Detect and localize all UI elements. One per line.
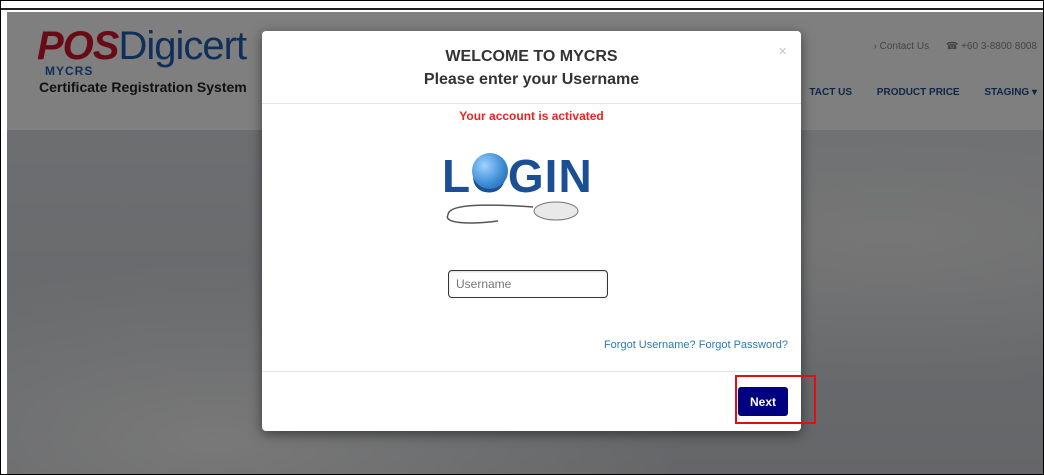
forgot-links: Forgot Username? Forgot Password?: [604, 339, 788, 351]
close-icon[interactable]: ×: [778, 43, 787, 60]
modal-footer-divider: [262, 371, 801, 372]
activation-status: Your account is activated: [459, 109, 604, 123]
highlight-box: [735, 375, 816, 424]
modal-subtitle: Please enter your Username: [423, 71, 640, 88]
mouse-icon: [446, 201, 579, 224]
forgot-username-link[interactable]: Forgot Username?: [604, 339, 696, 351]
screenshot-frame: POSDigicert MYCRS Certificate Registrati…: [0, 0, 1044, 475]
top-divider: [1, 8, 1043, 10]
modal-header: WELCOME TO MYCRS Please enter your Usern…: [262, 31, 801, 104]
username-input[interactable]: [448, 270, 608, 298]
modal-title: WELCOME TO MYCRS: [445, 48, 618, 65]
forgot-password-link[interactable]: Forgot Password?: [699, 339, 788, 351]
login-modal: WELCOME TO MYCRS Please enter your Usern…: [262, 31, 801, 431]
login-image: LOGIN: [438, 143, 618, 243]
